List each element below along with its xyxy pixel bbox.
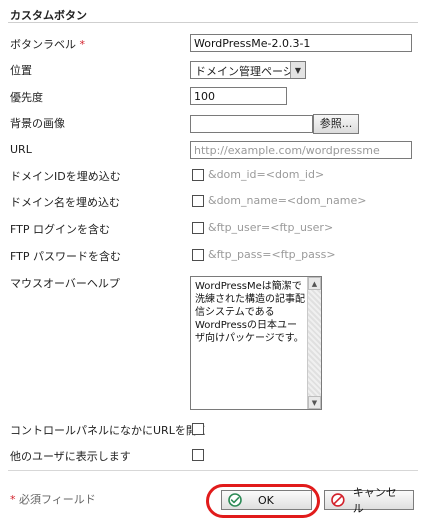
include-domain-name-label: ドメイン名を埋め込む bbox=[10, 196, 120, 209]
include-domain-id-param: &dom_id=<dom_id> bbox=[208, 168, 325, 181]
url-input[interactable] bbox=[190, 141, 412, 159]
mouseover-help-text: WordPressMeは簡潔で洗練された構造の記事配信システムであるWordPr… bbox=[195, 281, 305, 344]
browse-button[interactable]: 参照... bbox=[313, 114, 359, 134]
include-ftp-password-label: FTP パスワードを含む bbox=[10, 250, 121, 263]
position-label: 位置 bbox=[10, 64, 32, 77]
open-url-in-control-panel-label: コントロールパネルになかにURLを開く bbox=[10, 424, 208, 437]
include-domain-id-checkbox[interactable] bbox=[192, 169, 204, 181]
no-entry-icon bbox=[331, 493, 345, 507]
priority-input[interactable] bbox=[190, 87, 287, 105]
section-divider bbox=[8, 22, 418, 23]
section-header: カスタムボタン bbox=[0, 0, 426, 24]
chevron-down-icon[interactable]: ▼ bbox=[290, 62, 305, 78]
show-to-other-users-checkbox[interactable] bbox=[192, 449, 204, 461]
include-domain-id-label: ドメインIDを埋め込む bbox=[10, 170, 121, 183]
button-label-input[interactable] bbox=[190, 34, 412, 52]
scroll-up-arrow-icon[interactable]: ▲ bbox=[308, 277, 321, 290]
url-label: URL bbox=[10, 143, 32, 156]
show-to-other-users-label: 他のユーザに表示します bbox=[10, 450, 131, 463]
required-fields-note: * 必須フィールド bbox=[10, 493, 96, 506]
position-select[interactable]: ドメイン管理ページ ▼ bbox=[190, 61, 306, 79]
include-domain-name-checkbox[interactable] bbox=[192, 195, 204, 207]
required-mark: * bbox=[10, 493, 16, 506]
section-title: カスタムボタン bbox=[10, 9, 87, 22]
include-ftp-login-param: &ftp_user=<ftp_user> bbox=[208, 221, 334, 234]
footer-divider bbox=[8, 470, 418, 471]
scroll-down-arrow-icon[interactable]: ▼ bbox=[308, 396, 321, 409]
button-label-field-label: ボタンラベル * bbox=[10, 38, 86, 51]
background-image-input[interactable] bbox=[190, 115, 313, 133]
include-ftp-password-param: &ftp_pass=<ftp_pass> bbox=[208, 248, 336, 261]
ok-button-highlight-ring bbox=[206, 484, 320, 518]
include-ftp-password-checkbox[interactable] bbox=[192, 249, 204, 261]
include-domain-name-param: &dom_name=<dom_name> bbox=[208, 194, 367, 207]
include-ftp-login-label: FTP ログインを含む bbox=[10, 223, 110, 236]
position-select-value: ドメイン管理ページ bbox=[195, 65, 294, 78]
cancel-button[interactable]: キャンセル bbox=[324, 486, 414, 515]
priority-label: 優先度 bbox=[10, 91, 43, 104]
background-image-label: 背景の画像 bbox=[10, 117, 65, 130]
mouseover-help-textarea[interactable]: WordPressMeは簡潔で洗練された構造の記事配信システムであるWordPr… bbox=[190, 276, 322, 410]
mouseover-help-label: マウスオーバーヘルプ bbox=[10, 277, 120, 290]
include-ftp-login-checkbox[interactable] bbox=[192, 222, 204, 234]
open-url-in-control-panel-checkbox[interactable] bbox=[192, 423, 204, 435]
textarea-scrollbar[interactable]: ▲ ▼ bbox=[307, 277, 321, 409]
cancel-button-label: キャンセル bbox=[352, 486, 397, 515]
required-mark: * bbox=[79, 38, 86, 51]
